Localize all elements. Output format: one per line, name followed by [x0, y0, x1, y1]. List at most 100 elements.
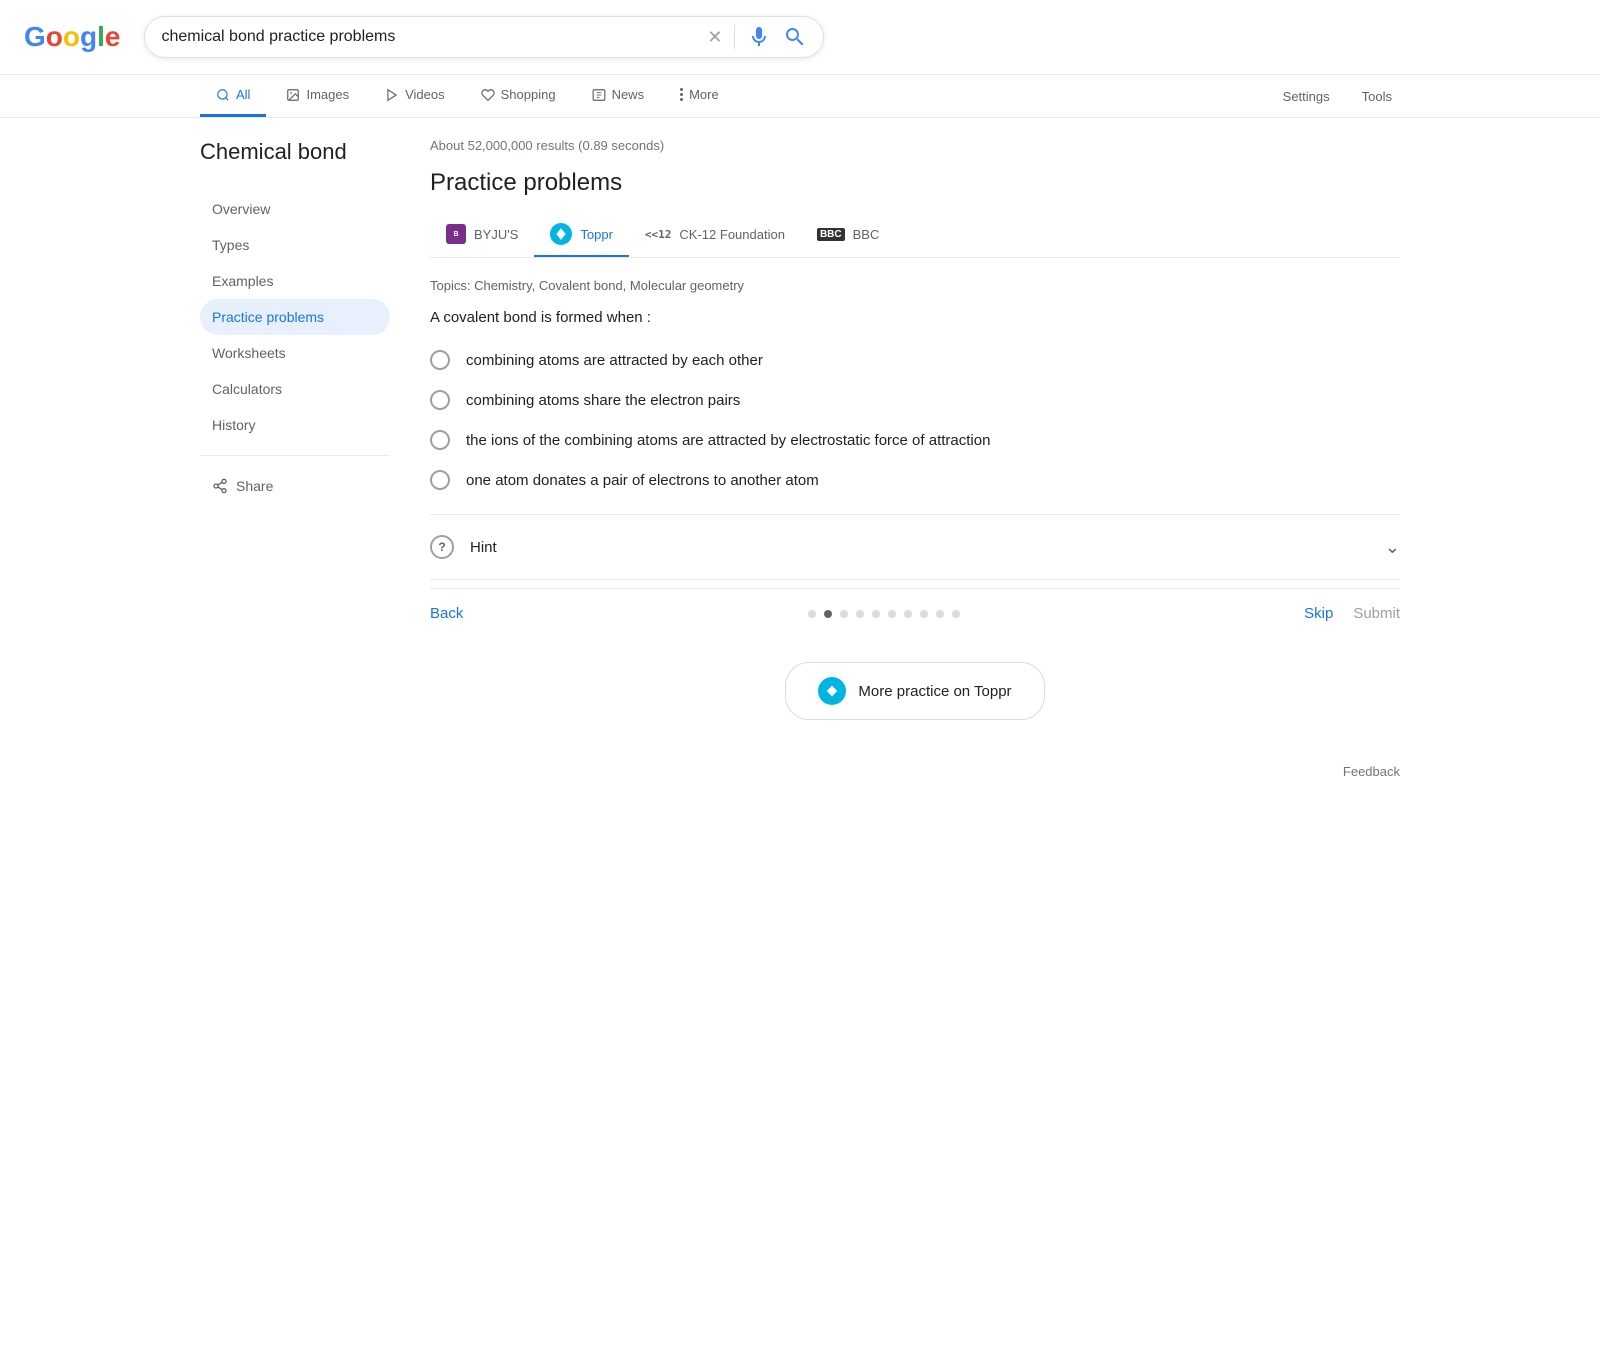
settings-button[interactable]: Settings	[1275, 77, 1338, 116]
ck12-label: CK-12 Foundation	[679, 227, 785, 242]
logo-e: e	[105, 21, 121, 53]
content-area: About 52,000,000 results (0.89 seconds) …	[430, 138, 1400, 799]
sidebar-item-history[interactable]: History	[200, 407, 390, 443]
sidebar-item-overview[interactable]: Overview	[200, 191, 390, 227]
sidebar-divider	[200, 455, 390, 456]
dot-2	[840, 610, 848, 618]
option-b[interactable]: combining atoms share the electron pairs	[430, 390, 1400, 410]
source-tab-ck12[interactable]: <<12 CK-12 Foundation	[629, 217, 801, 254]
option-d[interactable]: one atom donates a pair of electrons to …	[430, 470, 1400, 490]
nav-tabs: All Images Videos Shopping News More Set…	[0, 75, 1600, 118]
news-icon	[592, 88, 606, 102]
radio-c[interactable]	[430, 430, 450, 450]
pagination-dots	[463, 610, 1304, 618]
option-a[interactable]: combining atoms are attracted by each ot…	[430, 350, 1400, 370]
share-icon	[212, 478, 228, 494]
back-button[interactable]: Back	[430, 605, 463, 622]
tab-more[interactable]: More	[664, 75, 735, 117]
toppr-label: Toppr	[580, 227, 613, 242]
section-title: Practice problems	[430, 169, 1400, 197]
radio-b[interactable]	[430, 390, 450, 410]
feedback-row: Feedback	[430, 744, 1400, 799]
sidebar-item-worksheets[interactable]: Worksheets	[200, 335, 390, 371]
more-practice-label: More practice on Toppr	[858, 683, 1011, 700]
source-tab-bbc[interactable]: BBC BBC	[801, 217, 895, 254]
toppr-logo-icon	[550, 223, 572, 245]
toppr-button-icon	[818, 677, 846, 705]
source-tab-toppr[interactable]: Toppr	[534, 213, 629, 257]
logo-g: G	[24, 21, 46, 53]
feedback-button[interactable]: Feedback	[1343, 764, 1400, 779]
tab-videos[interactable]: Videos	[369, 75, 461, 117]
hint-icon: ?	[430, 535, 454, 559]
header: Google ✕	[0, 0, 1600, 75]
option-d-text: one atom donates a pair of electrons to …	[466, 472, 819, 489]
hint-text: Hint	[470, 539, 1369, 556]
search-icon[interactable]	[783, 25, 807, 49]
tab-images[interactable]: Images	[270, 75, 365, 117]
sidebar-item-types[interactable]: Types	[200, 227, 390, 263]
tools-button[interactable]: Tools	[1354, 77, 1400, 116]
main-content: Chemical bond Overview Types Examples Pr…	[0, 118, 1600, 819]
nav-divider	[430, 579, 1400, 580]
share-label: Share	[236, 478, 273, 494]
dot-4	[872, 610, 880, 618]
more-dots-icon	[680, 88, 683, 101]
sidebar-share[interactable]: Share	[200, 468, 390, 504]
radio-d[interactable]	[430, 470, 450, 490]
options-list: combining atoms are attracted by each ot…	[430, 350, 1400, 490]
skip-button[interactable]: Skip	[1304, 605, 1333, 622]
bbc-label: BBC	[853, 227, 880, 242]
logo-o1: o	[46, 21, 63, 53]
hint-divider-top	[430, 514, 1400, 515]
option-a-text: combining atoms are attracted by each ot…	[466, 352, 763, 369]
sidebar-nav: Overview Types Examples Practice problem…	[200, 191, 390, 443]
byjus-label: BYJU'S	[474, 227, 518, 242]
sidebar-title: Chemical bond	[200, 138, 390, 167]
source-tab-byjus[interactable]: B BYJU'S	[430, 214, 534, 256]
dot-9	[952, 610, 960, 618]
question-nav: Back Skip Submit	[430, 588, 1400, 638]
dot-5	[888, 610, 896, 618]
dot-0	[808, 610, 816, 618]
search-bar: ✕	[144, 16, 824, 58]
images-icon	[286, 88, 300, 102]
clear-icon[interactable]: ✕	[707, 27, 722, 48]
sidebar-item-examples[interactable]: Examples	[200, 263, 390, 299]
videos-icon	[385, 88, 399, 102]
search-input[interactable]	[161, 28, 699, 46]
logo-l: l	[97, 21, 105, 53]
sidebar-item-calculators[interactable]: Calculators	[200, 371, 390, 407]
shopping-icon	[481, 88, 495, 102]
results-count: About 52,000,000 results (0.89 seconds)	[430, 138, 1400, 153]
tab-news[interactable]: News	[576, 75, 661, 117]
google-logo[interactable]: Google	[24, 21, 120, 53]
topics-text: Topics: Chemistry, Covalent bond, Molecu…	[430, 278, 1400, 293]
all-icon	[216, 88, 230, 102]
more-practice-container: More practice on Toppr	[430, 662, 1400, 720]
radio-a[interactable]	[430, 350, 450, 370]
ck12-logo-icon: <<12	[645, 228, 672, 241]
mic-icon[interactable]	[747, 25, 771, 49]
option-c-text: the ions of the combining atoms are attr…	[466, 432, 990, 449]
settings-tools: Settings Tools	[1275, 77, 1400, 116]
question-text: A covalent bond is formed when :	[430, 309, 1400, 326]
dot-3	[856, 610, 864, 618]
tab-shopping[interactable]: Shopping	[465, 75, 572, 117]
sidebar-item-practice-problems[interactable]: Practice problems	[200, 299, 390, 335]
dot-8	[936, 610, 944, 618]
hint-row[interactable]: ? Hint ⌄	[430, 523, 1400, 571]
logo-g2: g	[80, 21, 97, 53]
dot-6	[904, 610, 912, 618]
bbc-logo-icon: BBC	[817, 228, 845, 241]
submit-button: Submit	[1353, 605, 1400, 622]
option-b-text: combining atoms share the electron pairs	[466, 392, 740, 409]
tab-all[interactable]: All	[200, 75, 266, 117]
option-c[interactable]: the ions of the combining atoms are attr…	[430, 430, 1400, 450]
sidebar: Chemical bond Overview Types Examples Pr…	[200, 138, 390, 799]
more-practice-button[interactable]: More practice on Toppr	[785, 662, 1044, 720]
hint-chevron-icon: ⌄	[1385, 537, 1400, 558]
search-icons: ✕	[707, 25, 807, 49]
source-tabs: B BYJU'S Toppr <<12 CK-12 Foundation BBC…	[430, 213, 1400, 258]
divider-line	[734, 25, 735, 49]
